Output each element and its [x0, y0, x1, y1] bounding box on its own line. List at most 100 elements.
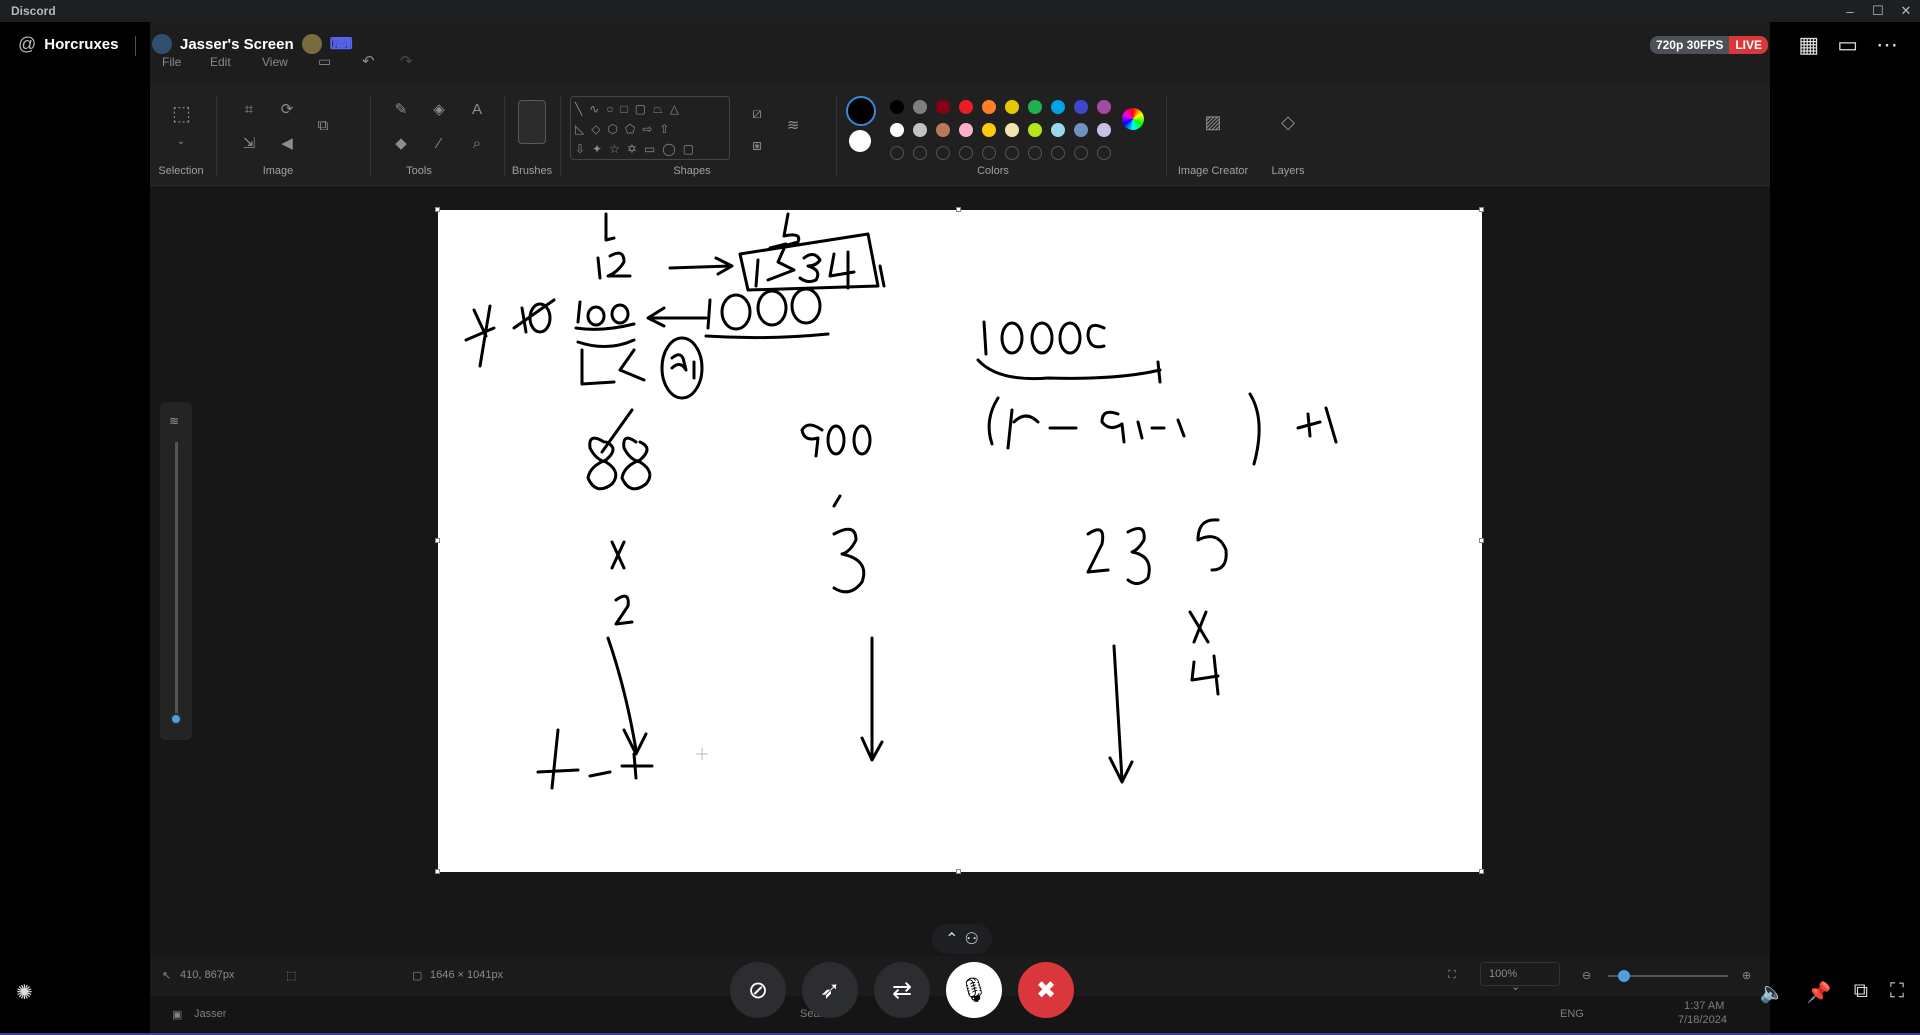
shared-screen[interactable]: File Edit View ▭ ↶ ↷ ⬚ ⌄ Selection ⌗ ⟳ ⇲… [150, 22, 1770, 1033]
canvas-size-icon: ▢ [412, 970, 423, 982]
background-remove-icon[interactable]: ⧉ [314, 118, 332, 134]
select-rectangle-icon[interactable]: ⬚ [172, 104, 191, 124]
taskbar-time: 1:37 AM [1684, 1000, 1725, 1012]
camera-off-button[interactable]: ⊘ [730, 962, 786, 1018]
flip-icon[interactable]: ◀ [278, 136, 296, 152]
resize-icon[interactable]: ⇲ [240, 136, 258, 152]
resize-handle[interactable] [1479, 207, 1484, 212]
show-participants-button[interactable]: ⌃ ⚇ [932, 924, 992, 954]
close-button[interactable]: ✕ [1892, 0, 1920, 22]
minimize-button[interactable]: – [1836, 0, 1864, 22]
shapes-gallery[interactable]: ╲∿○□▢⏢△ ◺◇⬡⬠⇨⇧ ⇩✦☆✡▭◯▢ [570, 96, 730, 160]
color-swatch[interactable] [1005, 123, 1019, 137]
paint-canvas[interactable] [438, 210, 1482, 872]
screen-share-icon: ⇄ [891, 976, 913, 1004]
custom-color-slot[interactable] [1097, 146, 1111, 160]
resize-handle[interactable] [956, 207, 961, 212]
color-swatch[interactable] [936, 100, 950, 114]
chevron-down-icon[interactable]: ⌄ [172, 134, 190, 150]
custom-color-slot[interactable] [959, 146, 973, 160]
custom-color-slot[interactable] [1051, 146, 1065, 160]
color-swatch[interactable] [936, 123, 950, 137]
fill-icon[interactable]: ◈ [430, 102, 448, 118]
shape-options-icon[interactable]: ≋ [784, 118, 802, 134]
popout-icon[interactable]: ✺ [16, 980, 33, 1005]
custom-color-slot[interactable] [1028, 146, 1042, 160]
more-options-icon[interactable]: ⋯ [1876, 32, 1898, 58]
color-swatch[interactable] [959, 100, 973, 114]
zoom-in-icon[interactable]: ⊕ [1742, 969, 1751, 982]
color-swatch[interactable] [1074, 100, 1088, 114]
user-avatar[interactable] [152, 34, 172, 54]
resize-handle[interactable] [435, 207, 440, 212]
custom-color-slot[interactable] [1005, 146, 1019, 160]
slider-knob[interactable] [170, 713, 182, 725]
custom-color-slot[interactable] [982, 146, 996, 160]
layers-icon[interactable]: ◇ [1279, 113, 1297, 131]
color1-swatch[interactable] [846, 96, 876, 126]
ribbon-divider [1166, 96, 1167, 176]
cursor-position: 410, 867px [180, 969, 235, 981]
custom-color-slot[interactable] [1074, 146, 1088, 160]
text-icon[interactable]: A [468, 102, 486, 118]
color-swatch[interactable] [913, 123, 927, 137]
screen-share-button[interactable]: ⇄ [874, 962, 930, 1018]
fit-window-icon[interactable]: ⛶ [1448, 969, 1456, 982]
channel-header[interactable]: @ Horcruxes [18, 34, 118, 55]
pencil-icon[interactable]: ✎ [392, 102, 410, 118]
resize-handle[interactable] [1479, 869, 1484, 874]
color-swatch[interactable] [959, 123, 973, 137]
edit-colors-icon[interactable] [1122, 108, 1144, 130]
grid-view-icon[interactable]: ▦ [1798, 32, 1819, 58]
color-swatch[interactable] [982, 100, 996, 114]
maximize-button[interactable]: ☐ [1864, 0, 1892, 22]
custom-color-slot[interactable] [913, 146, 927, 160]
color-swatch[interactable] [1028, 100, 1042, 114]
header-actions: ▦ ▭ ⋯ [1798, 32, 1898, 58]
eraser-icon[interactable]: ◆ [392, 136, 410, 152]
zoom-out-icon[interactable]: ⊖ [1582, 969, 1591, 982]
resize-handle[interactable] [435, 538, 440, 543]
controller-icon: ⌨ [329, 36, 353, 53]
activities-button[interactable]: ➶ [802, 962, 858, 1018]
viewer-avatar[interactable] [301, 34, 322, 54]
inbox-icon[interactable]: ▭ [1837, 32, 1858, 58]
resize-handle[interactable] [435, 869, 440, 874]
tools-group: ✎ ◈ A ◆ ⁄ ⌕ Tools [372, 84, 502, 186]
custom-color-slot[interactable] [890, 146, 904, 160]
shapes-group: ╲∿○□▢⏢△ ◺◇⬡⬠⇨⇧ ⇩✦☆✡▭◯▢ ⧄ ⧆ ≋ Shapes [562, 84, 822, 186]
brush-icon[interactable] [518, 100, 546, 144]
resize-handle[interactable] [1479, 538, 1484, 543]
zoom-slider-knob[interactable] [1618, 970, 1630, 982]
fullscreen-icon[interactable]: ⛶ [1890, 980, 1904, 1005]
image-creator-icon[interactable]: ▨ [1204, 113, 1222, 131]
color2-swatch[interactable] [849, 130, 871, 152]
color-swatch[interactable] [1005, 100, 1019, 114]
color-swatch[interactable] [982, 123, 996, 137]
fill-shape-icon[interactable]: ⧆ [748, 138, 766, 154]
color-swatch[interactable] [913, 100, 927, 114]
disconnect-button[interactable]: ✖ [1018, 962, 1074, 1018]
magnifier-icon[interactable]: ⌕ [468, 136, 486, 152]
popout-window-icon[interactable]: ⧉ [1854, 980, 1868, 1005]
microphone-button[interactable]: 🎙 [946, 962, 1002, 1018]
color-swatch[interactable] [1097, 100, 1111, 114]
color-swatch[interactable] [1028, 123, 1042, 137]
color-swatch[interactable] [890, 100, 904, 114]
outline-icon[interactable]: ⧄ [748, 106, 766, 122]
color-swatch[interactable] [1097, 123, 1111, 137]
volume-icon[interactable]: 🔈 [1760, 980, 1785, 1005]
color-swatch[interactable] [1051, 100, 1065, 114]
custom-color-slot[interactable] [936, 146, 950, 160]
pin-icon[interactable]: 📌 [1807, 980, 1832, 1005]
zoom-vertical-slider[interactable]: ≋ [160, 402, 192, 740]
color-swatch[interactable] [1051, 123, 1065, 137]
rotate-icon[interactable]: ⟳ [278, 102, 296, 118]
color-picker-icon[interactable]: ⁄ [430, 136, 448, 152]
color-swatch[interactable] [1074, 123, 1088, 137]
zoom-select[interactable]: 100% ⌄ [1480, 962, 1560, 993]
crop-icon[interactable]: ⌗ [240, 102, 258, 118]
resize-handle[interactable] [956, 869, 961, 874]
group-label-tools: Tools [406, 165, 432, 177]
color-swatch[interactable] [890, 123, 904, 137]
